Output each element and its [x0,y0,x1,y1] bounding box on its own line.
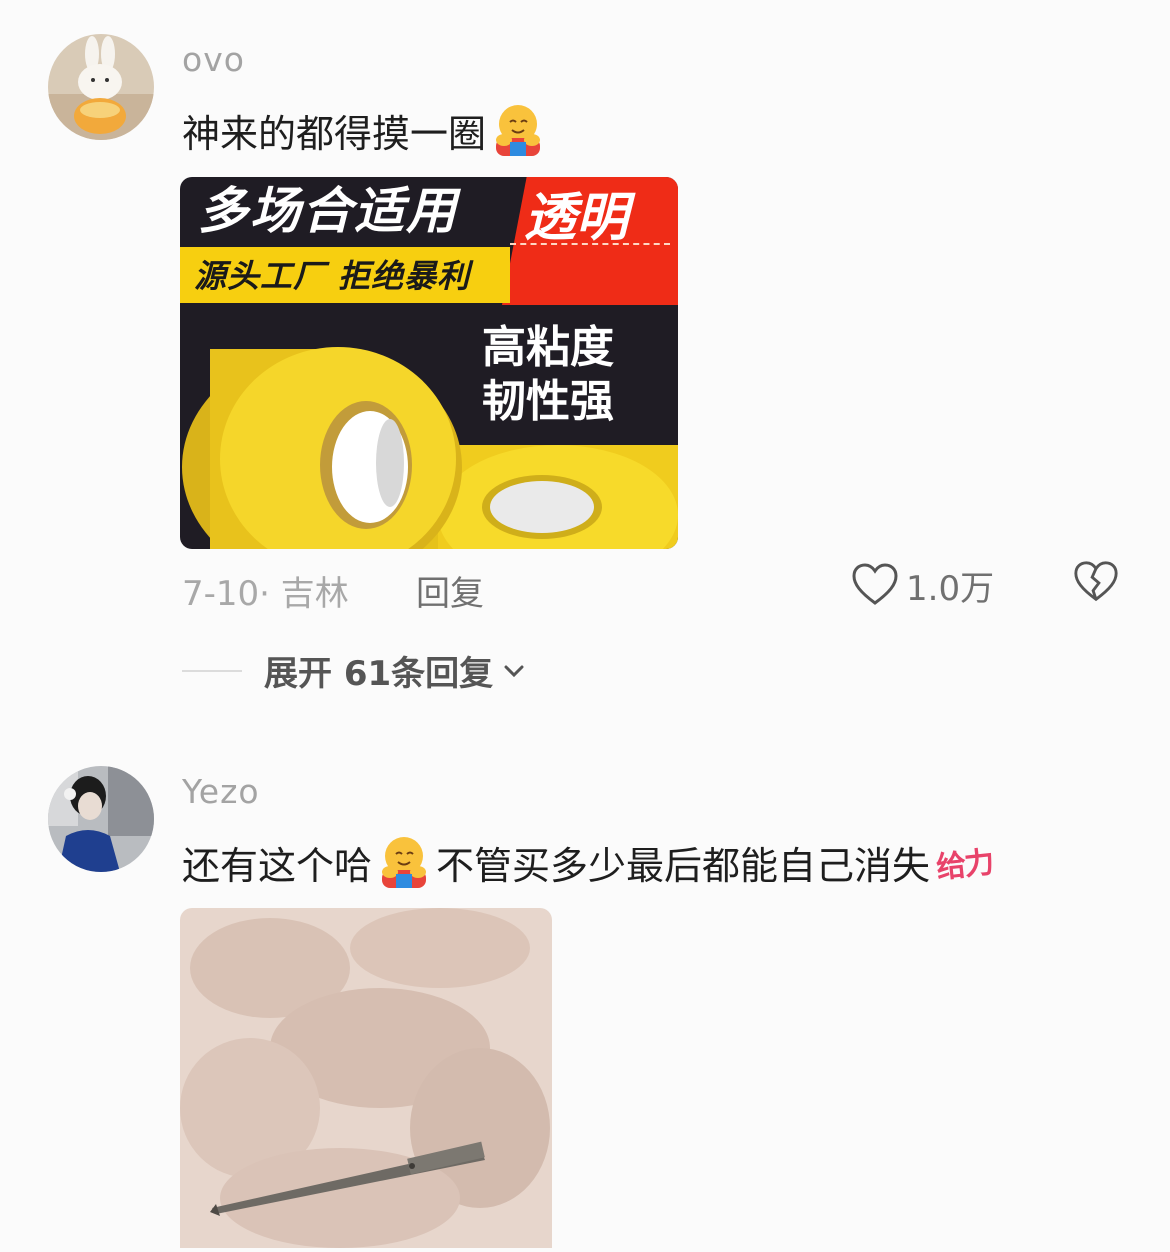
comment-image[interactable]: 多场合适用 透明 源头工厂 拒绝暴利 高粘度 韧性强 [180,177,678,549]
bunny-avatar-icon [48,34,154,140]
username[interactable]: Yezo [182,772,260,811]
hair-clip-photo-icon [180,908,552,1248]
image-claim-overlay-line2: 韧性强 [482,376,614,427]
user-avatar[interactable] [48,766,154,872]
sticker-label: 给力 [934,845,995,886]
comment-text: 还有这个哈 不管买多少最后都能自己消失 给力 [182,832,995,892]
person-avatar-icon [48,766,154,872]
comment-image[interactable] [180,908,552,1252]
chevron-down-icon [504,665,524,677]
comment-text-part2: 不管买多少最后都能自己消失 [436,843,931,888]
comment-meta: 7-10· 吉林 回复 1.0万 [182,561,1120,616]
expand-divider [182,669,242,672]
like-button[interactable]: 1.0万 [850,560,994,610]
reply-button[interactable]: 回复 [416,566,484,615]
comment-text: 神来的都得摸一圈 [182,100,550,160]
expand-replies-label: 展开 61条回复 [264,654,494,694]
user-avatar[interactable] [48,34,154,140]
comment-date-location: 7-10· 吉林 [182,574,349,614]
hug-face-emoji-icon [496,105,541,156]
username[interactable]: ovo [182,40,245,79]
image-claim-overlay: 高粘度 韧性强 [482,321,614,429]
comment-text-body: 神来的都得摸一圈 [182,111,487,156]
comment-text-part1: 还有这个哈 [182,843,373,888]
heart-icon [852,563,898,605]
broken-heart-icon [1074,561,1118,602]
hug-face-emoji-icon [382,837,427,888]
comment-item: Yezo 还有这个哈 不管买多少最后都能自己消失 给力 [0,740,1170,1248]
comment-item: ovo 神来的都得摸一圈 多场合适用 透明 源头工厂 拒绝暴利 高粘度 韧性强 [0,0,1170,740]
image-claim-overlay-line1: 高粘度 [482,322,614,373]
expand-replies[interactable]: 展开 61条回复 [182,646,529,695]
like-count: 1.0万 [906,568,995,609]
tape-product-image: 多场合适用 透明 源头工厂 拒绝暴利 高粘度 韧性强 [180,177,678,549]
dislike-button[interactable] [1072,558,1120,610]
